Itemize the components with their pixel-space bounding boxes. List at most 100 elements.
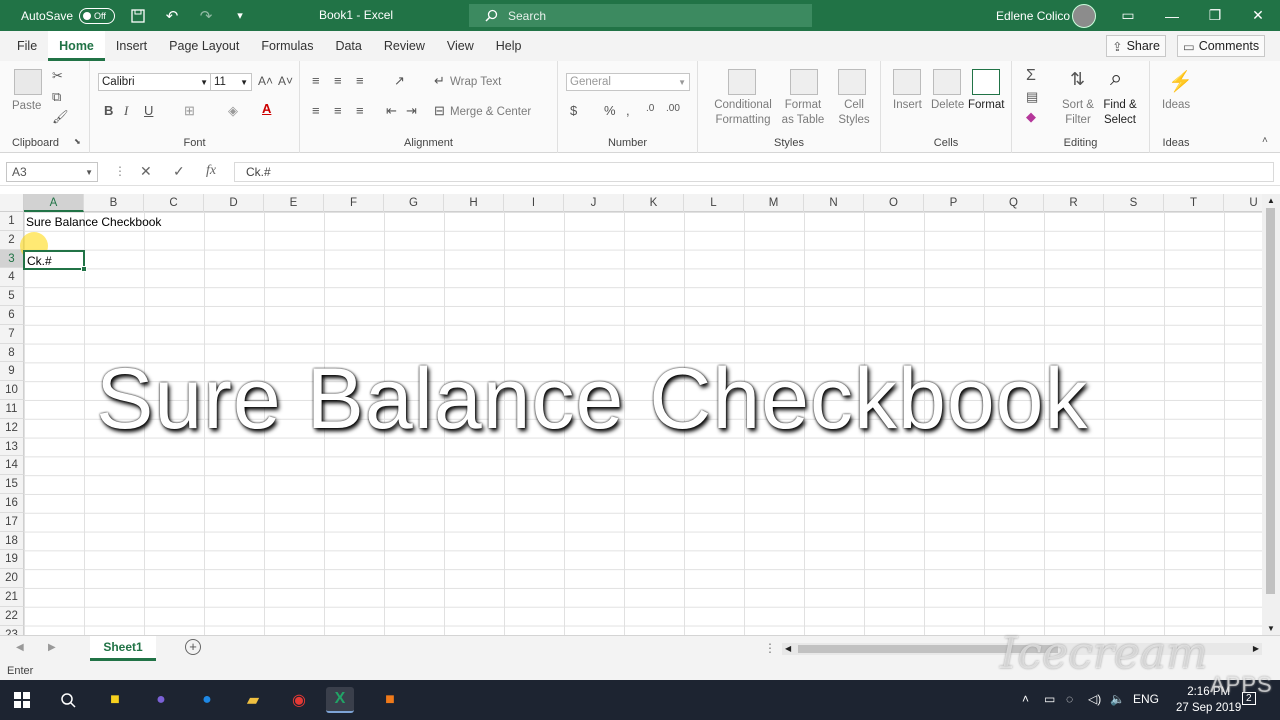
viber-icon[interactable]: ● bbox=[147, 687, 175, 713]
align-center-icon[interactable]: ≡ bbox=[334, 103, 342, 118]
ideas-button[interactable]: Ideas bbox=[1162, 98, 1190, 113]
sticky-notes-icon[interactable]: ■ bbox=[101, 687, 129, 713]
ribbon-display-options-icon[interactable]: ▭ bbox=[1106, 0, 1150, 31]
format-as-table-icon[interactable] bbox=[790, 69, 818, 95]
ideas-icon[interactable]: ⚡ bbox=[1168, 69, 1193, 94]
increase-decimal-icon[interactable]: .0 bbox=[646, 103, 654, 114]
row-header-6[interactable]: 6 bbox=[0, 306, 24, 325]
column-header-o[interactable]: O bbox=[864, 194, 924, 212]
column-header-d[interactable]: D bbox=[204, 194, 264, 212]
column-header-b[interactable]: B bbox=[84, 194, 144, 212]
conditional-formatting-icon[interactable] bbox=[728, 69, 756, 95]
row-header-14[interactable]: 14 bbox=[0, 456, 24, 476]
comments-button[interactable]: ▭ Comments bbox=[1177, 35, 1265, 57]
tab-help[interactable]: Help bbox=[485, 31, 533, 61]
tab-page-layout[interactable]: Page Layout bbox=[158, 31, 250, 61]
sort-filter-icon[interactable]: ⇅ bbox=[1070, 69, 1085, 90]
row-header-3[interactable]: 3 bbox=[0, 249, 24, 269]
excel-taskbar-icon[interactable]: X bbox=[326, 687, 354, 713]
add-sheet-icon[interactable]: + bbox=[185, 639, 201, 655]
row-header-12[interactable]: 12 bbox=[0, 418, 24, 438]
cut-icon[interactable]: ✂ bbox=[52, 68, 63, 84]
font-color-icon[interactable]: A bbox=[262, 101, 271, 116]
search-box[interactable]: Search bbox=[469, 4, 812, 27]
select-all-button[interactable] bbox=[0, 194, 24, 212]
row-header-9[interactable]: 9 bbox=[0, 362, 24, 382]
column-header-m[interactable]: M bbox=[744, 194, 804, 212]
row-header-19[interactable]: 19 bbox=[0, 550, 24, 570]
language-indicator[interactable]: ENG bbox=[1133, 692, 1159, 706]
fill-color-icon[interactable]: ◈ bbox=[228, 103, 238, 119]
percent-icon[interactable]: % bbox=[604, 103, 616, 118]
fill-icon[interactable]: ▤ bbox=[1026, 89, 1038, 105]
customize-toolbar-icon[interactable]: ▾ bbox=[229, 5, 251, 27]
tab-insert[interactable]: Insert bbox=[105, 31, 158, 61]
find-select-button[interactable]: Find & Select bbox=[1098, 98, 1142, 128]
format-painter-icon[interactable]: 🖌 bbox=[52, 109, 69, 125]
wrap-text-icon[interactable]: ↵ bbox=[434, 73, 445, 89]
align-right-icon[interactable]: ≡ bbox=[356, 103, 364, 118]
comma-style-icon[interactable]: , bbox=[626, 103, 630, 118]
name-box[interactable]: A3 ▼ bbox=[6, 162, 98, 182]
increase-font-icon[interactable]: A˄ bbox=[258, 74, 273, 88]
row-header-15[interactable]: 15 bbox=[0, 475, 24, 494]
autosave-toggle[interactable]: Off bbox=[79, 7, 116, 24]
prev-sheet-icon[interactable]: ◀ bbox=[16, 642, 24, 653]
find-icon[interactable]: ⌕ bbox=[1110, 65, 1122, 91]
format-cells-icon[interactable] bbox=[972, 69, 1000, 95]
clear-icon[interactable]: ◆ bbox=[1026, 109, 1036, 125]
delete-cells-icon[interactable] bbox=[933, 69, 961, 95]
align-left-icon[interactable]: ≡ bbox=[312, 103, 320, 118]
row-header-21[interactable]: 21 bbox=[0, 588, 24, 607]
network-icon[interactable]: ◌ bbox=[1066, 692, 1073, 706]
restore-icon[interactable]: ❐ bbox=[1193, 0, 1237, 31]
chrome-icon[interactable]: ◉ bbox=[285, 687, 313, 713]
user-name[interactable]: Edlene Colico bbox=[996, 9, 1070, 23]
column-header-q[interactable]: Q bbox=[984, 194, 1044, 212]
sort-filter-button[interactable]: Sort & Filter bbox=[1058, 98, 1098, 128]
column-header-j[interactable]: J bbox=[564, 194, 624, 212]
column-header-n[interactable]: N bbox=[804, 194, 864, 212]
row-header-17[interactable]: 17 bbox=[0, 512, 24, 532]
confirm-entry-icon[interactable]: ✓ bbox=[173, 163, 185, 180]
clipboard-launcher-icon[interactable]: ⬊ bbox=[74, 137, 81, 146]
insert-cells-icon[interactable] bbox=[893, 69, 921, 95]
row-header-8[interactable]: 8 bbox=[0, 343, 24, 363]
fill-handle[interactable] bbox=[81, 266, 87, 272]
tab-review[interactable]: Review bbox=[373, 31, 436, 61]
format-cells-button[interactable]: Format bbox=[968, 98, 1004, 113]
merge-center-icon[interactable]: ⊟ bbox=[434, 103, 445, 119]
decrease-font-icon[interactable]: A˅ bbox=[278, 74, 293, 88]
increase-indent-icon[interactable]: ⇥ bbox=[406, 103, 417, 119]
file-explorer-icon[interactable]: ▰ bbox=[239, 687, 267, 713]
column-header-f[interactable]: F bbox=[324, 194, 384, 212]
recorder-icon[interactable]: ■ bbox=[376, 687, 404, 713]
active-cell-a3[interactable]: Ck.# bbox=[23, 250, 87, 272]
row-header-13[interactable]: 13 bbox=[0, 437, 24, 457]
cancel-entry-icon[interactable]: ✕ bbox=[140, 163, 152, 180]
borders-icon[interactable]: ⊞ bbox=[184, 103, 195, 119]
redo-icon[interactable]: ↷ bbox=[195, 5, 217, 27]
minimize-icon[interactable]: — bbox=[1150, 0, 1194, 31]
row-header-10[interactable]: 10 bbox=[0, 381, 24, 400]
tab-file[interactable]: File bbox=[6, 31, 48, 61]
column-header-l[interactable]: L bbox=[684, 194, 744, 212]
row-header-23[interactable]: 23 bbox=[0, 625, 24, 635]
decrease-indent-icon[interactable]: ⇤ bbox=[386, 103, 397, 119]
share-button[interactable]: ⇪ Share bbox=[1106, 35, 1166, 57]
undo-icon[interactable]: ↶ bbox=[161, 5, 183, 27]
cell-styles-button[interactable]: Cell Styles bbox=[838, 98, 870, 128]
scroll-down-icon[interactable]: ▼ bbox=[1267, 624, 1275, 633]
insert-function-icon[interactable]: fx bbox=[206, 163, 216, 179]
close-icon[interactable]: ✕ bbox=[1236, 0, 1280, 31]
row-header-11[interactable]: 11 bbox=[0, 400, 24, 419]
sheet-tab-sheet1[interactable]: Sheet1 bbox=[90, 636, 156, 661]
column-header-h[interactable]: H bbox=[444, 194, 504, 212]
insert-cells-button[interactable]: Insert bbox=[893, 98, 922, 113]
column-header-k[interactable]: K bbox=[624, 194, 684, 212]
windows-start-icon[interactable] bbox=[8, 687, 36, 713]
row-header-7[interactable]: 7 bbox=[0, 324, 24, 344]
column-header-g[interactable]: G bbox=[384, 194, 444, 212]
column-header-a[interactable]: A bbox=[24, 194, 84, 212]
column-header-u[interactable]: U bbox=[1224, 194, 1262, 212]
